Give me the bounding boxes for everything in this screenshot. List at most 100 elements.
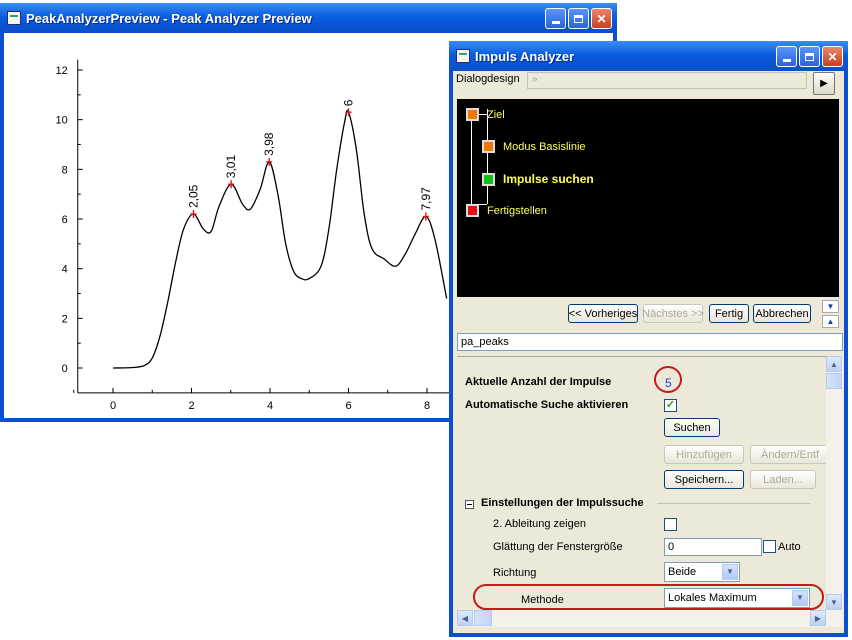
modify-button[interactable]: Ändern/Entf <box>750 445 826 464</box>
highlight-oval <box>654 366 682 393</box>
settings-vertical-scrollbar[interactable]: ▲ ▼ <box>826 356 843 610</box>
scroll-right-button[interactable]: ▶ <box>810 610 826 626</box>
direction-select[interactable]: Beide ▼ <box>664 562 740 582</box>
step-ziel[interactable]: Ziel <box>466 108 505 121</box>
x-tick-label: 2 <box>188 400 194 412</box>
dialog-design-expand-button[interactable]: ▶ <box>813 72 835 95</box>
add-button[interactable]: Hinzufügen <box>664 445 744 464</box>
auto-checkbox[interactable] <box>763 540 776 553</box>
x-tick-label: 4 <box>267 400 273 412</box>
previous-button[interactable]: << Vorheriges <box>568 304 638 323</box>
y-tick-label: 4 <box>62 264 68 276</box>
section-title: Einstellungen der Impulssuche <box>481 497 644 509</box>
collapse-down-button[interactable]: ▼ <box>822 300 839 313</box>
impuls-analyzer-window: Impuls Analyzer ✕ Dialogdesign » ▶ Ziel … <box>449 41 848 637</box>
second-derivative-label: 2. Ableitung zeigen <box>493 518 586 530</box>
analyzer-titlebar[interactable]: Impuls Analyzer ✕ <box>449 41 848 71</box>
peak-label: 3,98 <box>262 132 276 156</box>
peak-count-label: Aktuelle Anzahl der Impulse <box>465 376 612 388</box>
scroll-up-button[interactable]: ▲ <box>826 356 842 372</box>
highlight-oval <box>473 584 824 610</box>
auto-label: Auto <box>778 541 801 553</box>
settings-horizontal-scrollbar[interactable]: ◀ ▶ <box>457 610 843 627</box>
analyzer-minimize-button[interactable] <box>776 46 797 67</box>
load-button[interactable]: Laden... <box>750 470 816 489</box>
chart-series <box>112 109 448 369</box>
y-tick-label: 2 <box>62 313 68 325</box>
y-tick-label: 12 <box>56 65 68 77</box>
analyzer-client: Dialogdesign » ▶ Ziel Modus Basislinie I… <box>453 71 844 633</box>
peak-label: 3,01 <box>224 155 238 179</box>
close-button[interactable]: ✕ <box>591 8 612 29</box>
y-tick-label: 0 <box>62 363 68 375</box>
peak-label: 7,97 <box>419 187 433 211</box>
scroll-thumb-horizontal[interactable] <box>474 610 492 626</box>
step-impulse-suchen[interactable]: Impulse suchen <box>482 172 594 186</box>
analyzer-maximize-button[interactable] <box>799 46 820 67</box>
triangle-down-icon: ▼ <box>830 597 838 607</box>
collapse-up-button[interactable]: ▲ <box>822 315 839 328</box>
save-button[interactable]: Speichern... <box>664 470 744 489</box>
minimize-icon <box>782 59 791 62</box>
maximize-button[interactable] <box>568 8 589 29</box>
section-separator <box>657 503 810 504</box>
maximize-icon <box>805 52 814 61</box>
preview-titlebar[interactable]: PeakAnalyzerPreview - Peak Analyzer Prev… <box>0 3 617 33</box>
theme-field[interactable]: pa_peaks <box>457 333 843 351</box>
y-tick-label: 8 <box>62 164 68 176</box>
direction-label: Richtung <box>493 567 537 579</box>
peak-label: 2,05 <box>186 184 200 208</box>
chart-peaks: 2,05 3,01 3,98 6 7,97 <box>186 99 433 221</box>
auto-search-label: Automatische Suche aktivieren <box>465 399 629 411</box>
analyzer-close-button[interactable]: ✕ <box>822 46 843 67</box>
triangle-down-icon: ▼ <box>826 302 835 311</box>
x-tick-label: 8 <box>424 400 430 412</box>
second-derivative-checkbox[interactable] <box>664 518 677 531</box>
scroll-down-button[interactable]: ▼ <box>826 594 842 610</box>
step-label: Ziel <box>487 108 505 121</box>
scroll-thumb[interactable] <box>826 373 842 389</box>
flow-connector <box>471 114 472 204</box>
step-modus-basislinie[interactable]: Modus Basislinie <box>482 140 586 153</box>
search-button[interactable]: Suchen <box>664 418 720 437</box>
triangle-up-icon: ▲ <box>830 359 838 369</box>
analyzer-title: Impuls Analyzer <box>475 48 575 64</box>
direction-value: Beide <box>668 566 697 578</box>
dialog-design-field[interactable]: » <box>527 72 807 89</box>
graph-window-icon <box>7 11 21 25</box>
step-marker <box>482 140 495 153</box>
step-label: Impulse suchen <box>503 172 594 186</box>
minimize-icon <box>551 21 560 24</box>
cancel-button[interactable]: Abbrechen <box>753 304 811 323</box>
collapse-icon[interactable] <box>465 500 474 509</box>
settings-grid: Aktuelle Anzahl der Impulse 5 Automatisc… <box>457 356 826 611</box>
step-marker <box>482 172 495 186</box>
minimize-button[interactable] <box>545 8 566 29</box>
y-tick-label: 6 <box>62 214 68 226</box>
chevron-down-icon: ▼ <box>722 564 738 580</box>
dialog-design-label: Dialogdesign <box>456 73 520 85</box>
close-icon: ✕ <box>596 11 607 26</box>
data-line <box>112 109 448 369</box>
x-tick-label: 0 <box>110 400 116 412</box>
wizard-flow-panel: Ziel Modus Basislinie Impulse suchen Fer… <box>457 99 839 297</box>
dialog-window-icon <box>456 49 470 63</box>
auto-search-checkbox[interactable]: ✓ <box>664 399 677 412</box>
next-button[interactable]: Nächstes >> <box>642 304 704 323</box>
step-label: Modus Basislinie <box>503 140 586 153</box>
smoothing-label: Glättung der Fenstergröße <box>493 541 623 553</box>
step-fertigstellen[interactable]: Fertigstellen <box>466 204 547 217</box>
preview-title: PeakAnalyzerPreview - Peak Analyzer Prev… <box>26 10 312 26</box>
peak-label: 6 <box>342 99 356 106</box>
triangle-left-icon: ◀ <box>461 613 469 623</box>
scroll-left-button[interactable]: ◀ <box>457 610 473 626</box>
triangle-right-icon: ▶ <box>814 613 822 623</box>
close-icon: ✕ <box>827 49 838 64</box>
maximize-icon <box>574 14 583 23</box>
smoothing-input[interactable]: 0 <box>664 538 762 556</box>
step-marker <box>466 204 479 217</box>
finish-button[interactable]: Fertig <box>709 304 749 323</box>
x-tick-label: 6 <box>345 400 351 412</box>
triangle-up-icon: ▲ <box>826 317 835 326</box>
y-tick-label: 10 <box>56 115 68 127</box>
